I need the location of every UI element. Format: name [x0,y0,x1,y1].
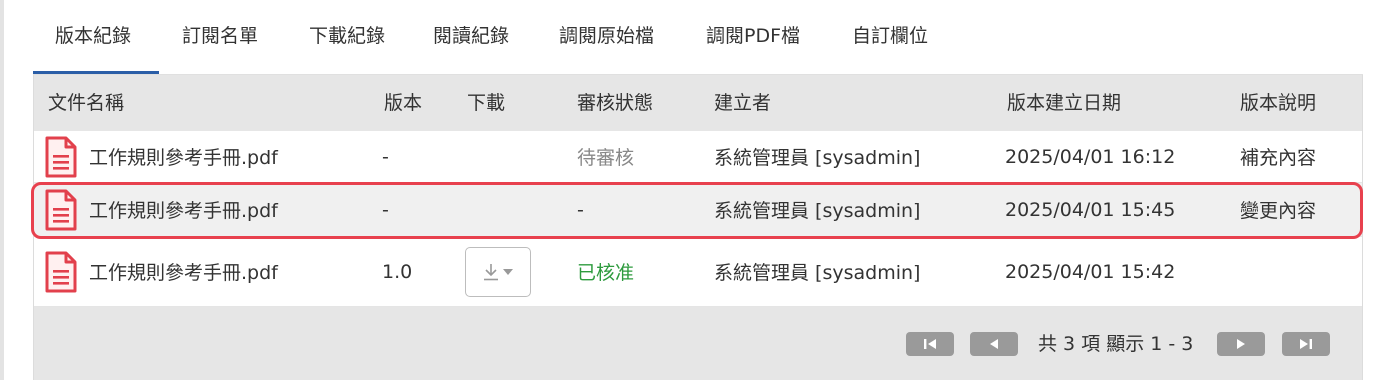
column-header-creator[interactable]: 建立者 [714,75,771,131]
last-page-button[interactable] [1282,332,1330,356]
tab-version-history[interactable]: 版本紀錄 [55,0,131,76]
table-row[interactable]: 工作規則參考手冊.pdf - 待審核 系統管理員 [sysadmin] 2025… [34,131,1362,183]
tab-read-history[interactable]: 閱讀紀錄 [433,0,509,76]
version-number: - [382,145,389,168]
version-description: 補充內容 [1240,147,1317,169]
download-cell [465,237,531,306]
file-name[interactable]: 工作規則參考手冊.pdf [89,237,278,306]
row-highlight-outline [31,182,1363,239]
last-page-icon [1300,339,1312,349]
tab-label: 自訂欄位 [852,25,929,47]
table-header: 文件名稱 版本 下載 審核狀態 建立者 版本建立日期 版本說明 [34,75,1362,131]
download-dropdown-button[interactable] [465,246,531,297]
creator: 系統管理員 [sysadmin] [714,262,921,284]
pager-summary: 共 3 項 顯示 1 - 3 [1038,333,1194,355]
prev-page-button[interactable] [970,332,1018,356]
column-header-created-date[interactable]: 版本建立日期 [1007,75,1121,131]
column-header-description[interactable]: 版本說明 [1240,75,1316,131]
review-status: 已核准 [577,262,635,284]
file-pdf-icon [45,251,77,292]
pager-bar: 共 3 項 顯示 1 - 3 [34,307,1362,380]
column-header-download[interactable]: 下載 [467,75,505,131]
created-date: 2025/04/01 15:42 [1005,260,1176,283]
tab-label: 調閱原始檔 [559,25,655,47]
version-number: 1.0 [382,260,413,283]
download-icon [484,263,498,280]
next-page-button[interactable] [1217,332,1265,356]
first-page-icon [924,339,936,349]
tab-view-pdf[interactable]: 調閱PDF檔 [706,0,800,76]
tab-label: 調閱PDF檔 [706,25,801,47]
tab-view-original[interactable]: 調閱原始檔 [559,0,654,76]
tab-label: 閱讀紀錄 [433,25,510,47]
tab-download-history[interactable]: 下載紀錄 [309,0,385,76]
review-status: 待審核 [577,147,635,169]
file-name[interactable]: 工作規則參考手冊.pdf [89,131,278,182]
column-header-version[interactable]: 版本 [384,75,422,131]
tab-label: 下載紀錄 [309,25,386,47]
left-edge-rule [0,0,4,380]
tab-bar: 版本紀錄 訂閱名單 下載紀錄 閱讀紀錄 調閱原始檔 調閱PDF檔 自訂欄位 [33,0,1363,76]
tab-subscribers[interactable]: 訂閱名單 [182,0,258,76]
table-row[interactable]: 工作規則參考手冊.pdf 1.0 已核准 系統管理員 [sysadmin] 20… [34,237,1362,307]
column-header-review-status[interactable]: 審核狀態 [577,75,653,131]
next-page-icon [1237,339,1245,349]
tab-label: 版本紀錄 [55,25,132,47]
created-date: 2025/04/01 16:12 [1005,145,1176,168]
caret-down-icon [503,268,513,275]
creator: 系統管理員 [sysadmin] [714,147,921,169]
file-pdf-icon [45,136,77,177]
tab-label: 訂閱名單 [182,25,259,47]
tab-custom-fields[interactable]: 自訂欄位 [852,0,928,76]
column-header-file-name[interactable]: 文件名稱 [48,75,124,131]
first-page-button[interactable] [906,332,954,356]
prev-page-icon [990,339,998,349]
